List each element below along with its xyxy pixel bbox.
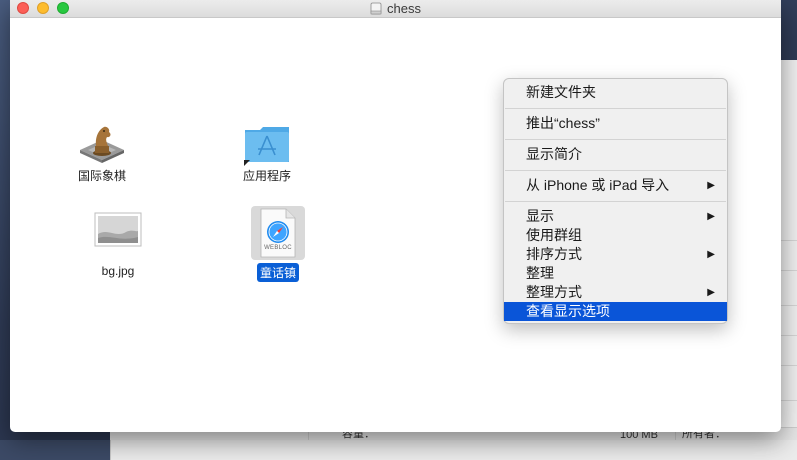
desktop-item-chess[interactable]: 国际象棋 bbox=[62, 122, 142, 185]
image-file-icon bbox=[94, 212, 142, 247]
submenu-arrow-icon: ▶ bbox=[707, 249, 715, 260]
menu-item-clean-up-by[interactable]: 整理方式 ▶ bbox=[504, 283, 727, 302]
selection-highlight: WEBLOC bbox=[251, 206, 305, 260]
menu-item-import-from-iphone[interactable]: 从 iPhone 或 iPad 导入 ▶ bbox=[504, 176, 727, 195]
icon-label-selected[interactable]: 童话镇 bbox=[256, 263, 299, 282]
menu-item-use-groups[interactable]: 使用群组 bbox=[504, 226, 727, 245]
menu-item-show[interactable]: 显示 ▶ bbox=[504, 207, 727, 226]
chess-knight-icon bbox=[80, 126, 124, 163]
menu-item-label: 整理 bbox=[526, 265, 554, 281]
desktop-item-bg-jpg[interactable]: bg.jpg bbox=[78, 212, 158, 280]
menu-item-label: 排序方式 bbox=[526, 246, 582, 262]
icon-label: bg.jpg bbox=[101, 264, 135, 278]
desktop-item-applications[interactable]: 应用程序 bbox=[227, 124, 307, 185]
menu-item-label: 整理方式 bbox=[526, 284, 582, 300]
menu-item-label: 从 iPhone 或 iPad 导入 bbox=[526, 177, 670, 193]
window-title-text: chess bbox=[387, 1, 421, 16]
menu-item-label: 显示简介 bbox=[526, 146, 582, 162]
title-bar[interactable]: chess bbox=[10, 0, 781, 18]
menu-separator bbox=[505, 170, 726, 171]
desktop-item-webloc[interactable]: WEBLOC 童话镇 bbox=[238, 206, 318, 282]
menu-separator bbox=[505, 139, 726, 140]
window-title: chess bbox=[10, 1, 781, 16]
submenu-arrow-icon: ▶ bbox=[707, 287, 715, 298]
menu-item-get-info[interactable]: 显示简介 bbox=[504, 145, 727, 164]
menu-separator bbox=[505, 201, 726, 202]
context-menu: 新建文件夹 推出“chess” 显示简介 从 iPhone 或 iPad 导入 ▶… bbox=[503, 78, 728, 324]
menu-item-new-folder[interactable]: 新建文件夹 bbox=[504, 83, 727, 102]
icon-label: 应用程序 bbox=[242, 169, 291, 183]
menu-item-label: 新建文件夹 bbox=[526, 84, 596, 100]
menu-item-eject[interactable]: 推出“chess” bbox=[504, 114, 727, 133]
submenu-arrow-icon: ▶ bbox=[707, 211, 715, 222]
icon-label: 国际象棋 bbox=[77, 169, 126, 183]
webloc-badge: WEBLOC bbox=[264, 245, 292, 251]
menu-item-clean-up[interactable]: 整理 bbox=[504, 264, 727, 283]
menu-item-label: 使用群组 bbox=[526, 227, 582, 243]
menu-item-label: 推出“chess” bbox=[526, 115, 600, 131]
menu-separator bbox=[505, 108, 726, 109]
menu-item-label: 查看显示选项 bbox=[526, 303, 610, 319]
submenu-arrow-icon: ▶ bbox=[707, 180, 715, 191]
menu-item-sort-by[interactable]: 排序方式 ▶ bbox=[504, 245, 727, 264]
menu-item-show-view-options[interactable]: 查看显示选项 bbox=[504, 302, 727, 321]
applications-folder-icon bbox=[244, 127, 289, 166]
disk-image-icon bbox=[370, 2, 382, 15]
menu-item-label: 显示 bbox=[526, 208, 554, 224]
